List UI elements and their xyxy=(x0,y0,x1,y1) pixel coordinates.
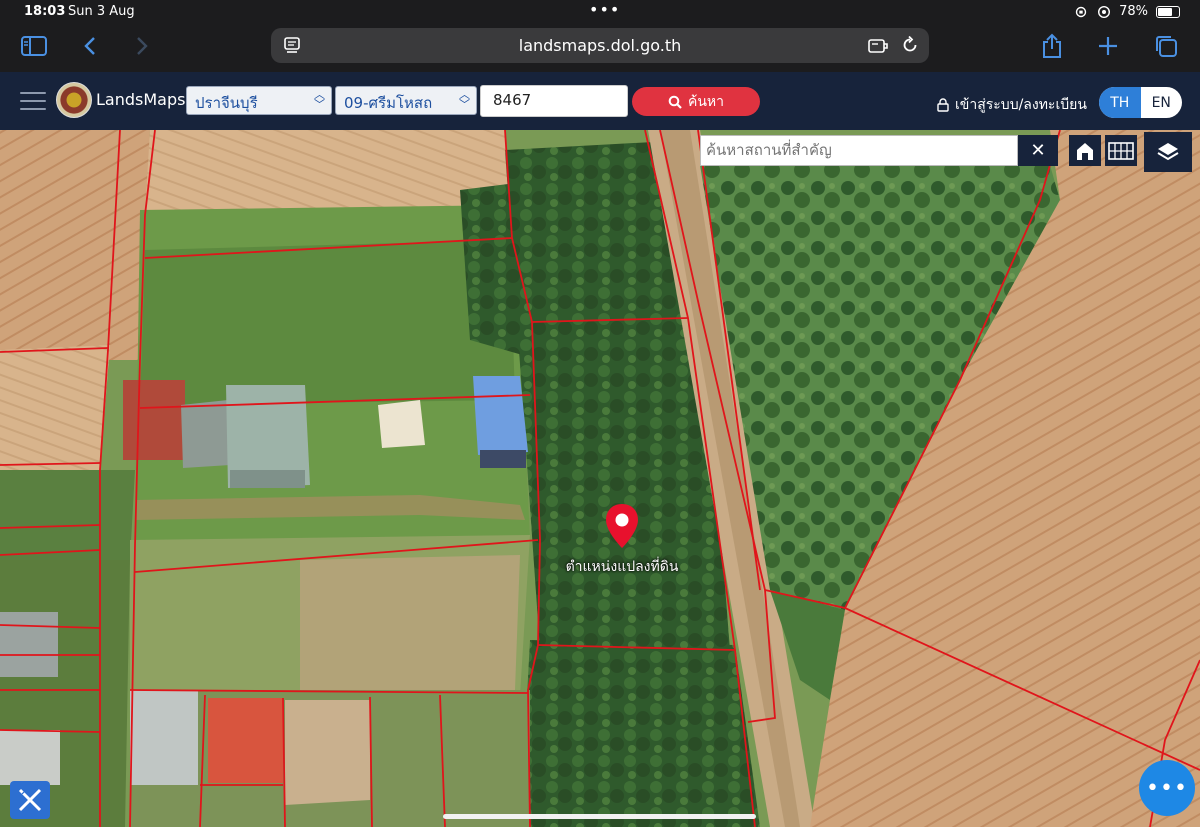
clear-search-button[interactable]: ✕ xyxy=(1018,135,1058,166)
chevron-updown-icon: ︿ ﹀ xyxy=(459,88,470,111)
parcel-pin-icon[interactable] xyxy=(604,502,640,550)
place-search-input[interactable] xyxy=(701,136,1021,164)
tabs-overview-icon[interactable] xyxy=(1152,32,1180,60)
login-label: เข้าสู่ระบบ/ลงทะเบียน xyxy=(955,97,1087,113)
chevron-updown-icon: ︿ ﹀ xyxy=(314,88,325,111)
multitask-dots-icon[interactable]: ••• xyxy=(589,0,620,19)
layers-icon xyxy=(1157,143,1179,161)
dol-logo xyxy=(56,82,92,118)
more-options-button[interactable]: ••• xyxy=(1139,760,1195,816)
search-button[interactable]: ค้นหา xyxy=(632,87,760,116)
district-select-value: 09-ศรีมโหสถ xyxy=(344,94,433,112)
reload-icon[interactable] xyxy=(901,36,919,54)
language-toggle[interactable]: TH EN xyxy=(1099,87,1182,118)
status-date: Sun 3 Aug xyxy=(68,4,135,19)
home-extent-button[interactable] xyxy=(1069,135,1101,166)
screen-lock-icon xyxy=(1075,6,1087,17)
lock-icon xyxy=(937,98,949,112)
menu-icon[interactable] xyxy=(20,92,46,116)
sidebar-icon[interactable] xyxy=(20,32,48,60)
back-icon[interactable] xyxy=(76,32,104,60)
share-icon[interactable] xyxy=(1038,32,1066,60)
forward-icon[interactable] xyxy=(128,32,156,60)
satellite-map[interactable] xyxy=(0,130,1200,827)
place-search-box[interactable] xyxy=(700,135,1021,166)
parcel-boundaries xyxy=(0,130,1200,827)
search-button-label: ค้นหา xyxy=(687,93,725,110)
layers-button[interactable] xyxy=(1144,132,1192,172)
parcel-number-value: 8467 xyxy=(493,91,532,109)
lang-en-button[interactable]: EN xyxy=(1141,87,1183,118)
status-time: 18:03 xyxy=(24,4,66,19)
browser-chrome: 18:03 Sun 3 Aug ••• 78% landsmaps.dol.go… xyxy=(0,0,1200,72)
ruler-icon xyxy=(18,788,42,812)
url-text: landsmaps.dol.go.th xyxy=(518,36,682,55)
status-right: 78% xyxy=(1073,4,1180,19)
district-select[interactable]: 09-ศรีมโหสถ ︿ ﹀ xyxy=(335,86,477,115)
login-link[interactable]: เข้าสู่ระบบ/ลงทะเบียน xyxy=(937,94,1087,116)
parcel-number-input[interactable]: 8467 xyxy=(480,85,628,117)
wifi-icon xyxy=(1098,5,1111,18)
measure-tool-button[interactable] xyxy=(10,781,50,819)
grid-toggle-button[interactable] xyxy=(1105,135,1137,166)
brand-name: LandsMaps xyxy=(96,90,186,109)
province-select[interactable]: ปราจีนบุรี ︿ ﹀ xyxy=(186,86,332,115)
app-header: LandsMaps ปราจีนบุรี ︿ ﹀ 09-ศรีมโหสถ ︿ ﹀ 8… xyxy=(0,72,1200,130)
ellipsis-icon: ••• xyxy=(1146,775,1188,801)
close-icon: ✕ xyxy=(1030,140,1046,161)
grid-icon xyxy=(1108,141,1134,160)
battery-icon xyxy=(1156,5,1180,18)
battery-percent: 78% xyxy=(1119,4,1148,19)
lang-th-button[interactable]: TH xyxy=(1099,87,1141,118)
home-indicator xyxy=(443,814,756,819)
address-bar[interactable]: landsmaps.dol.go.th xyxy=(271,28,929,63)
search-icon xyxy=(668,95,682,109)
new-tab-icon[interactable] xyxy=(1094,32,1122,60)
home-icon xyxy=(1077,142,1093,160)
province-select-value: ปราจีนบุรี xyxy=(195,94,258,112)
reader-extension-icon[interactable] xyxy=(868,37,888,55)
pin-label: ตำแหน่งแปลงที่ดิน xyxy=(565,559,679,575)
